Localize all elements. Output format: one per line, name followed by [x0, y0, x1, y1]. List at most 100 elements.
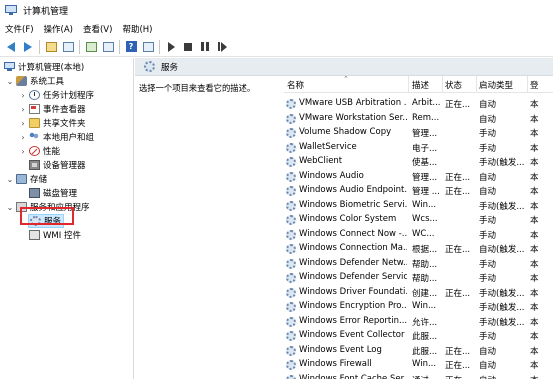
service-startup-type: 手动(触发... [479, 158, 525, 168]
menu-help[interactable]: 帮助(H) [117, 23, 157, 35]
service-row[interactable]: Windows Event Collector 此服... 手动 本 [284, 328, 553, 343]
show-tree-icon[interactable] [61, 40, 75, 54]
tree-item-disk-management[interactable]: 磁盘管理 [0, 186, 133, 200]
help-icon[interactable]: ? [124, 40, 138, 54]
tree-label: 服务 [44, 217, 62, 227]
pause-service-icon[interactable] [198, 40, 212, 54]
service-row[interactable]: WebClient 使基... 手动(触发... 本 [284, 154, 553, 169]
service-row[interactable]: Windows Audio 管理... 正在... 自动 本 [284, 169, 553, 184]
service-startup-type: 手动(触发... [479, 317, 525, 328]
chevron-right-icon[interactable]: › [19, 132, 27, 142]
service-logon: 本 [530, 303, 539, 313]
service-name: VMware USB Arbitration ... [299, 98, 407, 108]
service-row[interactable]: Windows Defender Service 帮助... 手动 本 [284, 270, 553, 285]
column-startup-type[interactable]: 启动类型 [479, 79, 513, 91]
tree-item-root[interactable]: 计算机管理(本地) [0, 60, 133, 74]
tree-label: 本地用户和组 [43, 133, 95, 143]
service-name: VMware Workstation Ser... [299, 112, 407, 123]
service-startup-type: 手动 [479, 230, 497, 241]
tree-item-wmi[interactable]: WMI 控件 [0, 228, 133, 242]
service-gear-icon [286, 331, 296, 341]
column-status[interactable]: 状态 [445, 79, 462, 91]
chevron-down-icon[interactable]: ⌄ [6, 202, 14, 212]
service-description: 创建... [412, 288, 438, 299]
column-divider[interactable] [408, 76, 409, 93]
service-startup-type: 自动 [479, 374, 527, 379]
column-divider[interactable] [527, 76, 528, 93]
service-gear-icon [286, 186, 296, 196]
back-arrow-icon[interactable] [4, 40, 18, 54]
restart-service-icon[interactable] [215, 40, 229, 54]
tree-item-device-manager[interactable]: 设备管理器 [0, 158, 133, 172]
service-description: 允许... [412, 317, 438, 328]
service-status: 正在... [445, 374, 475, 379]
column-description[interactable]: 描述 [412, 79, 429, 91]
service-name: WalletService [299, 141, 357, 152]
service-status: 正在... [445, 361, 471, 371]
service-startup-type: 手动 [479, 143, 497, 154]
tree-item-performance[interactable]: › 性能 [0, 144, 133, 158]
service-row[interactable]: Windows Biometric Servi... Win... 手动(触发...… [284, 198, 553, 213]
navigation-tree: 计算机管理(本地) ⌄ 系统工具 › 任务计划程序 › 事件查看器 › 共享文件… [0, 58, 134, 379]
forward-arrow-icon[interactable] [21, 40, 35, 54]
menu-action[interactable]: 操作(A) [39, 23, 78, 35]
chevron-down-icon[interactable]: ⌄ [6, 174, 14, 184]
service-row[interactable]: Windows Audio Endpoint... 管理 ... 正在... 自动 本 [284, 183, 553, 198]
column-logon[interactable]: 登 [530, 79, 539, 91]
tree-label: 共享文件夹 [43, 119, 86, 129]
service-row[interactable]: Windows Connect Now -... WC... 手动 本 [284, 227, 553, 242]
service-logon: 本 [530, 374, 553, 379]
chevron-right-icon[interactable]: › [19, 146, 27, 156]
service-gear-icon [286, 360, 296, 370]
tree-item-shared-folders[interactable]: › 共享文件夹 [0, 116, 133, 130]
stop-service-icon[interactable] [181, 40, 195, 54]
service-row[interactable]: Windows Defender Netw... 帮助... 手动 本 [284, 256, 553, 271]
properties-icon[interactable] [141, 40, 155, 54]
service-row[interactable]: VMware USB Arbitration ... Arbit... 正在... 自… [284, 96, 553, 111]
menu-view[interactable]: 查看(V) [78, 23, 117, 35]
tree-item-task-scheduler[interactable]: › 任务计划程序 [0, 88, 133, 102]
tools-icon [16, 76, 27, 86]
service-name: Windows Firewall [299, 359, 372, 369]
service-description: 通过... [412, 374, 440, 379]
chevron-right-icon[interactable]: › [19, 104, 27, 114]
tree-item-system-tools[interactable]: ⌄ 系统工具 [0, 74, 133, 88]
tree-item-services-apps[interactable]: ⌄ 服务和应用程序 [0, 200, 133, 214]
menu-bar: 文件(F) 操作(A) 查看(V) 帮助(H) [0, 20, 553, 37]
chevron-right-icon[interactable]: › [19, 118, 27, 128]
chevron-right-icon[interactable]: › [19, 90, 27, 100]
service-row[interactable]: Volume Shadow Copy 管理... 手动 本 [284, 125, 553, 140]
column-divider[interactable] [442, 76, 443, 93]
service-startup-type: 手动(触发... [479, 303, 525, 313]
tree-item-services[interactable]: 服务 [0, 214, 133, 228]
service-row[interactable]: Windows Driver Foundati... 创建... 正在... 手动(触… [284, 285, 553, 300]
service-row[interactable]: Windows Connection Ma... 根据... 正在... 自动(触发.… [284, 241, 553, 256]
start-service-icon[interactable] [164, 40, 178, 54]
service-row[interactable]: Windows Color System Wcs... 手动 本 [284, 212, 553, 227]
toolbar-separator [79, 39, 80, 54]
service-status: 正在... [445, 346, 471, 357]
service-startup-type: 手动 [479, 129, 497, 139]
tree-item-event-viewer[interactable]: › 事件查看器 [0, 102, 133, 116]
up-folder-icon[interactable] [44, 40, 58, 54]
service-description: Rem... [412, 112, 440, 123]
service-row[interactable]: VMware Workstation Ser... Rem... 自动 本 [284, 111, 553, 126]
service-row[interactable]: Windows Error Reportin... 允许... 手动(触发... 本 [284, 314, 553, 329]
service-row[interactable]: WalletService 电子... 手动 本 [284, 140, 553, 155]
service-row[interactable]: Windows Font Cache Ser... 通过... 正在... 自动本 [284, 372, 553, 379]
tree-item-storage[interactable]: ⌄ 存储 [0, 172, 133, 186]
tree-label: 设备管理器 [43, 161, 86, 171]
service-logon: 本 [530, 288, 539, 299]
service-row[interactable]: Windows Event Log 此服... 正在... 自动 本 [284, 343, 553, 358]
refresh-icon[interactable] [84, 40, 98, 54]
sort-ascending-icon: ⌃ [343, 76, 349, 83]
service-row[interactable]: Windows Firewall Win... 正在... 自动 本 [284, 357, 553, 372]
column-divider[interactable] [476, 76, 477, 93]
column-name[interactable]: 名称 [287, 79, 304, 91]
chevron-down-icon[interactable]: ⌄ [6, 76, 14, 86]
export-list-icon[interactable] [101, 40, 115, 54]
service-description: Win... [412, 301, 437, 311]
menu-file[interactable]: 文件(F) [0, 23, 39, 35]
service-row[interactable]: Windows Encryption Pro... Win... 手动(触发... 本 [284, 299, 553, 314]
tree-item-local-users[interactable]: › 本地用户和组 [0, 130, 133, 144]
